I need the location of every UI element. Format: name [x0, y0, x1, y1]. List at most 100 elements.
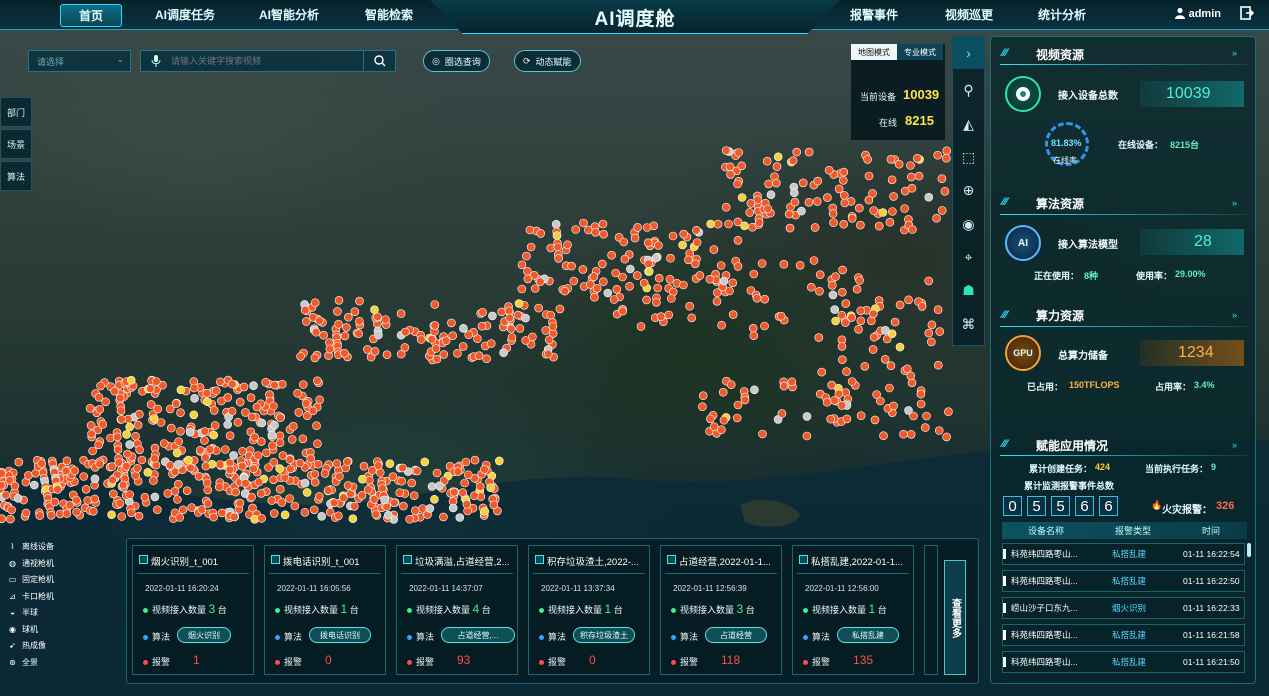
device-marker[interactable] [664, 310, 674, 320]
device-marker[interactable] [868, 309, 878, 319]
device-marker[interactable] [837, 401, 847, 410]
device-marker[interactable] [713, 219, 723, 229]
task-card[interactable]: 烟火识别_t_001 2022-01-11 16:20:24 视频接入数量 3 … [132, 545, 254, 675]
device-marker[interactable] [115, 498, 125, 508]
device-marker[interactable] [89, 506, 98, 516]
device-marker[interactable] [644, 259, 653, 269]
device-marker[interactable] [334, 511, 343, 521]
device-marker[interactable] [37, 459, 46, 468]
device-marker[interactable] [654, 273, 664, 283]
device-marker[interactable] [302, 488, 312, 497]
device-marker[interactable] [382, 350, 392, 360]
task-card[interactable]: 积存垃圾渣土,2022-... 2022-01-11 13:37:34 视频接入… [528, 545, 650, 675]
device-marker[interactable] [269, 457, 279, 467]
checkbox-icon[interactable] [139, 555, 148, 564]
device-marker[interactable] [847, 214, 857, 223]
device-marker[interactable] [515, 324, 525, 333]
device-marker[interactable] [887, 175, 897, 185]
device-marker[interactable] [295, 458, 305, 468]
device-marker[interactable] [760, 294, 770, 304]
device-marker[interactable] [809, 256, 819, 265]
device-marker[interactable] [787, 377, 797, 387]
device-marker[interactable] [941, 153, 951, 163]
device-marker[interactable] [98, 419, 108, 429]
device-marker[interactable] [779, 259, 789, 269]
table-scrollbar[interactable] [1247, 543, 1251, 557]
device-marker[interactable] [237, 461, 247, 471]
device-marker[interactable] [766, 190, 776, 199]
device-marker[interactable] [880, 354, 890, 364]
device-marker[interactable] [300, 507, 310, 517]
device-marker[interactable] [869, 206, 879, 215]
device-marker[interactable] [165, 460, 175, 470]
device-marker[interactable] [431, 344, 441, 353]
device-marker[interactable] [668, 231, 678, 241]
device-marker[interactable] [726, 380, 736, 390]
device-marker[interactable] [175, 513, 184, 522]
device-marker[interactable] [186, 463, 195, 473]
device-marker[interactable] [734, 148, 744, 157]
device-marker[interactable] [598, 277, 608, 287]
device-marker[interactable] [170, 486, 180, 496]
device-marker[interactable] [890, 317, 900, 327]
device-marker[interactable] [87, 429, 96, 439]
device-marker[interactable] [927, 320, 937, 330]
device-marker[interactable] [149, 414, 159, 423]
device-marker[interactable] [790, 197, 800, 207]
device-marker[interactable] [830, 396, 839, 405]
device-marker[interactable] [315, 395, 324, 405]
left-nav-department[interactable]: 部门 [0, 97, 32, 127]
device-marker[interactable] [441, 336, 451, 346]
microphone-icon[interactable] [151, 55, 161, 69]
device-marker[interactable] [513, 310, 523, 320]
device-marker[interactable] [870, 415, 880, 425]
device-marker[interactable] [874, 221, 884, 231]
expand-arrow-icon[interactable]: › [952, 36, 985, 69]
device-marker[interactable] [278, 451, 288, 460]
device-marker[interactable] [505, 313, 515, 323]
device-marker[interactable] [792, 147, 802, 157]
device-marker[interactable] [752, 293, 762, 303]
device-marker[interactable] [553, 242, 563, 252]
device-marker[interactable] [864, 195, 874, 205]
device-marker[interactable] [652, 297, 661, 307]
device-marker[interactable] [571, 225, 581, 234]
device-marker[interactable] [458, 488, 468, 497]
device-marker[interactable] [642, 295, 651, 305]
device-marker[interactable] [788, 156, 798, 165]
device-marker[interactable] [381, 315, 390, 324]
device-marker[interactable] [834, 184, 844, 194]
device-marker[interactable] [644, 267, 654, 276]
device-marker[interactable] [126, 375, 136, 385]
device-marker[interactable] [96, 381, 105, 391]
device-marker[interactable] [678, 240, 687, 250]
device-marker[interactable] [684, 255, 693, 265]
device-marker[interactable] [552, 231, 562, 240]
device-marker[interactable] [449, 487, 459, 497]
device-marker[interactable] [448, 331, 458, 341]
device-marker[interactable] [294, 408, 304, 417]
device-marker[interactable] [551, 219, 561, 229]
device-marker[interactable] [908, 225, 917, 234]
task-card[interactable]: 拨电话识别_t_001 2022-01-11 16:05:56 视频接入数量 1… [264, 545, 386, 675]
device-marker[interactable] [895, 300, 905, 310]
device-marker[interactable] [367, 466, 377, 475]
device-marker[interactable] [746, 199, 756, 208]
device-marker[interactable] [185, 427, 195, 437]
ruler-icon[interactable]: ◭ [952, 108, 985, 141]
measure-icon[interactable]: ⚲ [952, 74, 985, 107]
device-marker[interactable] [389, 498, 399, 508]
device-marker[interactable] [494, 456, 504, 466]
device-marker[interactable] [763, 204, 773, 214]
device-marker[interactable] [261, 377, 271, 387]
device-marker[interactable] [343, 457, 352, 466]
device-marker[interactable] [839, 191, 849, 200]
device-marker[interactable] [137, 455, 147, 465]
device-marker[interactable] [879, 431, 888, 441]
device-marker[interactable] [942, 146, 952, 156]
device-marker[interactable] [462, 499, 472, 509]
device-marker[interactable] [712, 296, 722, 306]
device-marker[interactable] [772, 162, 782, 171]
device-marker[interactable] [172, 448, 182, 458]
device-marker[interactable] [187, 503, 196, 512]
